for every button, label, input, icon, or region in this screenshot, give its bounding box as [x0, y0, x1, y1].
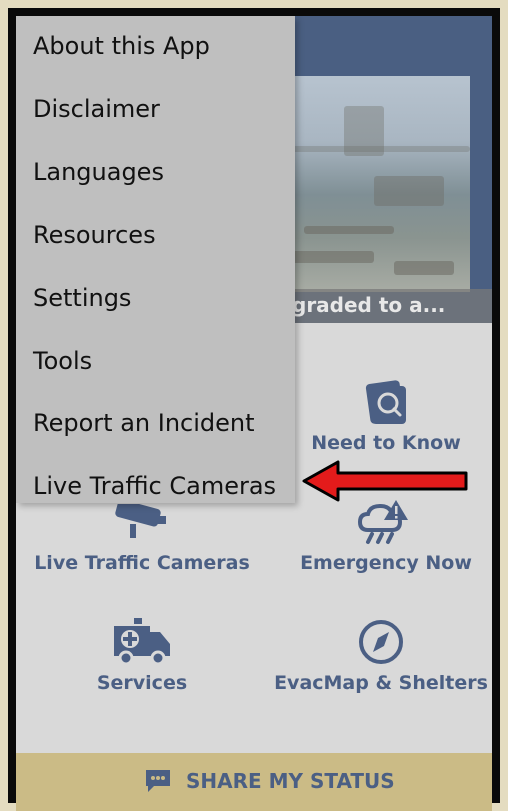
menu-item-about[interactable]: About this App — [33, 32, 210, 60]
live-traffic-cameras-label: Live Traffic Cameras — [34, 552, 250, 574]
app-screen: rt graded to a... Need to Know — [16, 16, 492, 811]
menu-item-languages[interactable]: Languages — [33, 158, 164, 186]
compass-icon — [359, 620, 403, 664]
ambulance-icon — [114, 618, 170, 666]
evacmap-shelters-tile[interactable]: EvacMap & Shelters — [270, 618, 492, 694]
need-to-know-label: Need to Know — [311, 432, 461, 454]
annotation-arrow-icon — [302, 460, 468, 502]
hero-caption: graded to a... — [292, 293, 446, 317]
menu-item-report-incident[interactable]: Report an Incident — [33, 409, 255, 437]
share-my-status-button[interactable]: SHARE MY STATUS — [16, 753, 492, 811]
live-traffic-cameras-tile[interactable]: Live Traffic Cameras — [22, 504, 262, 574]
evacmap-shelters-label: EvacMap & Shelters — [274, 672, 488, 694]
menu-item-disclaimer[interactable]: Disclaimer — [33, 95, 160, 123]
menu-item-tools[interactable]: Tools — [33, 347, 92, 375]
menu-item-live-traffic-cameras[interactable]: Live Traffic Cameras — [33, 472, 276, 500]
overflow-menu: About this App Disclaimer Languages Reso… — [16, 16, 295, 503]
search-document-icon — [365, 380, 406, 424]
menu-item-settings[interactable]: Settings — [33, 284, 131, 312]
services-label: Services — [96, 672, 188, 694]
share-my-status-label: SHARE MY STATUS — [186, 769, 395, 793]
chat-bubble-icon — [146, 770, 170, 792]
services-tile[interactable]: Services — [72, 618, 212, 694]
camera-icon — [115, 504, 166, 538]
emergency-now-tile[interactable]: Emergency Now — [296, 496, 476, 574]
emergency-now-label: Emergency Now — [300, 552, 472, 574]
need-to-know-tile[interactable]: Need to Know — [296, 378, 476, 454]
menu-item-resources[interactable]: Resources — [33, 221, 156, 249]
